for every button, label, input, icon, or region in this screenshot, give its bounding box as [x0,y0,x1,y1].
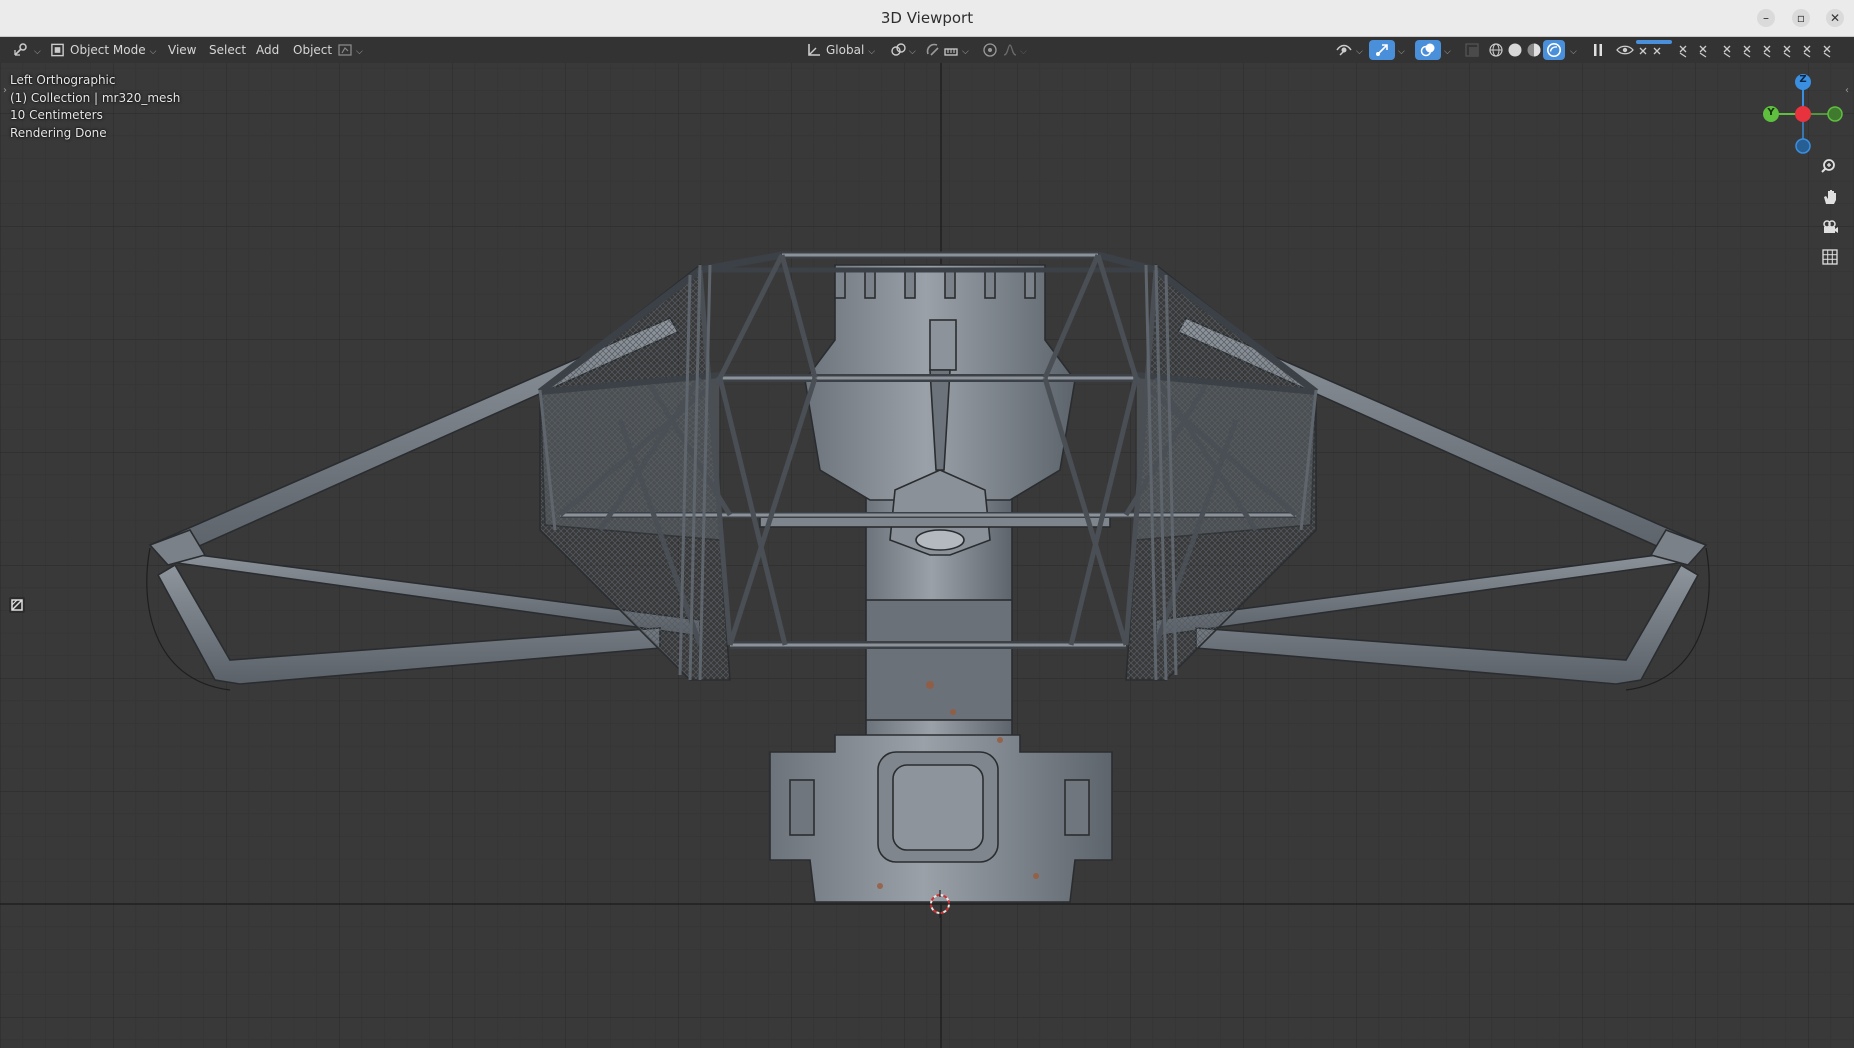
pause-icon[interactable] [1591,42,1605,58]
perspective-toggle-button[interactable] [1817,244,1843,270]
render-status-label: Rendering Done [10,125,107,140]
pan-button[interactable] [1817,184,1843,210]
menu-select[interactable]: Select [209,37,246,63]
gizmo-dropdown-icon[interactable]: ⌵ [1394,37,1405,63]
window-title: 3D Viewport [880,9,974,27]
overlay-icon [1420,43,1435,57]
viewport-canvas[interactable] [0,63,1854,1048]
gizmo-neg-y-axis [1827,106,1843,122]
visibility-icon[interactable] [1335,42,1353,58]
xray-icon[interactable] [1464,42,1480,58]
object-type-visibility-icon[interactable] [338,42,352,58]
transform-orientation-icon [808,44,820,56]
restriction-toggles-icon[interactable] [1638,42,1838,58]
solid-shading-icon[interactable] [1507,42,1523,58]
zoom-icon [1821,159,1835,173]
gizmo-icon [1376,44,1388,56]
object-mode-icon [51,43,64,57]
gizmo-x-axis [1795,106,1811,122]
transform-orientation-dropdown[interactable]: Global ⌵ [826,37,875,63]
menu-view[interactable]: View [168,37,196,63]
object-mode-label: Object Mode [70,43,146,57]
orientation-label: Global [826,43,865,57]
falloff-dropdown-icon[interactable]: ⌵ [1016,37,1027,63]
menu-object[interactable]: Object [293,37,332,63]
window-titlebar: 3D Viewport – ▫ ✕ [0,0,1854,37]
collection-label: (1) Collection | mr320_mesh [10,90,181,105]
menu-add[interactable]: Add [256,37,279,63]
proportional-edit-icon[interactable] [982,42,998,58]
ortho-grid-icon [1822,249,1838,265]
view-name-label: Left Orthographic [10,73,116,87]
shading-dropdown-icon[interactable]: ⌵ [1566,37,1577,63]
gizmo-neg-z-axis [1795,138,1811,154]
camera-icon [1823,220,1838,233]
gizmo-y-label: Y [1767,107,1775,118]
3d-viewport[interactable]: Z Y ‹ › [0,63,1854,1048]
camera-view-button[interactable] [1817,214,1843,240]
toolbox-icon[interactable] [8,596,26,614]
sidebar-toggle-icon[interactable]: ‹ [1845,85,1849,96]
pan-hand-icon [1824,190,1836,204]
wireframe-shading-icon[interactable] [1488,42,1504,58]
viewport-header: ⌵ Object Mode ⌵ View Select Add Object ⌵ … [0,37,1854,63]
object-mode-dropdown[interactable]: Object Mode ⌵ [70,37,156,63]
editor-type-dropdown-icon[interactable]: ⌵ [30,37,41,63]
rendered-shading-icon [1547,43,1561,57]
overlay-dropdown-icon[interactable]: ⌵ [1440,37,1451,63]
chevron-down-icon: ⌵ [868,47,876,57]
object-type-dropdown-icon[interactable]: ⌵ [352,37,363,63]
zoom-button[interactable] [1817,154,1843,180]
close-button[interactable]: ✕ [1826,9,1844,27]
snap-dropdown-icon[interactable]: ⌵ [958,37,969,63]
toolbar-toggle-icon[interactable]: › [3,85,7,96]
visibility-dropdown-icon[interactable]: ⌵ [1352,37,1363,63]
snap-target-icon[interactable] [943,42,959,58]
chevron-down-icon: ⌵ [149,47,157,57]
viewport-eye-icon[interactable] [1615,42,1635,58]
gizmo-z-label: Z [1799,74,1807,85]
maximize-button[interactable]: ▫ [1792,9,1810,27]
pivot-dropdown-icon[interactable]: ⌵ [905,37,916,63]
minimize-button[interactable]: – [1757,9,1775,27]
editor-type-icon[interactable] [12,42,30,58]
snap-icon[interactable] [925,42,941,58]
grid-scale-label: 10 Centimeters [10,108,103,122]
material-shading-icon[interactable] [1526,42,1542,58]
viewport-info-overlay: Left Orthographic (1) Collection | mr320… [10,72,180,142]
